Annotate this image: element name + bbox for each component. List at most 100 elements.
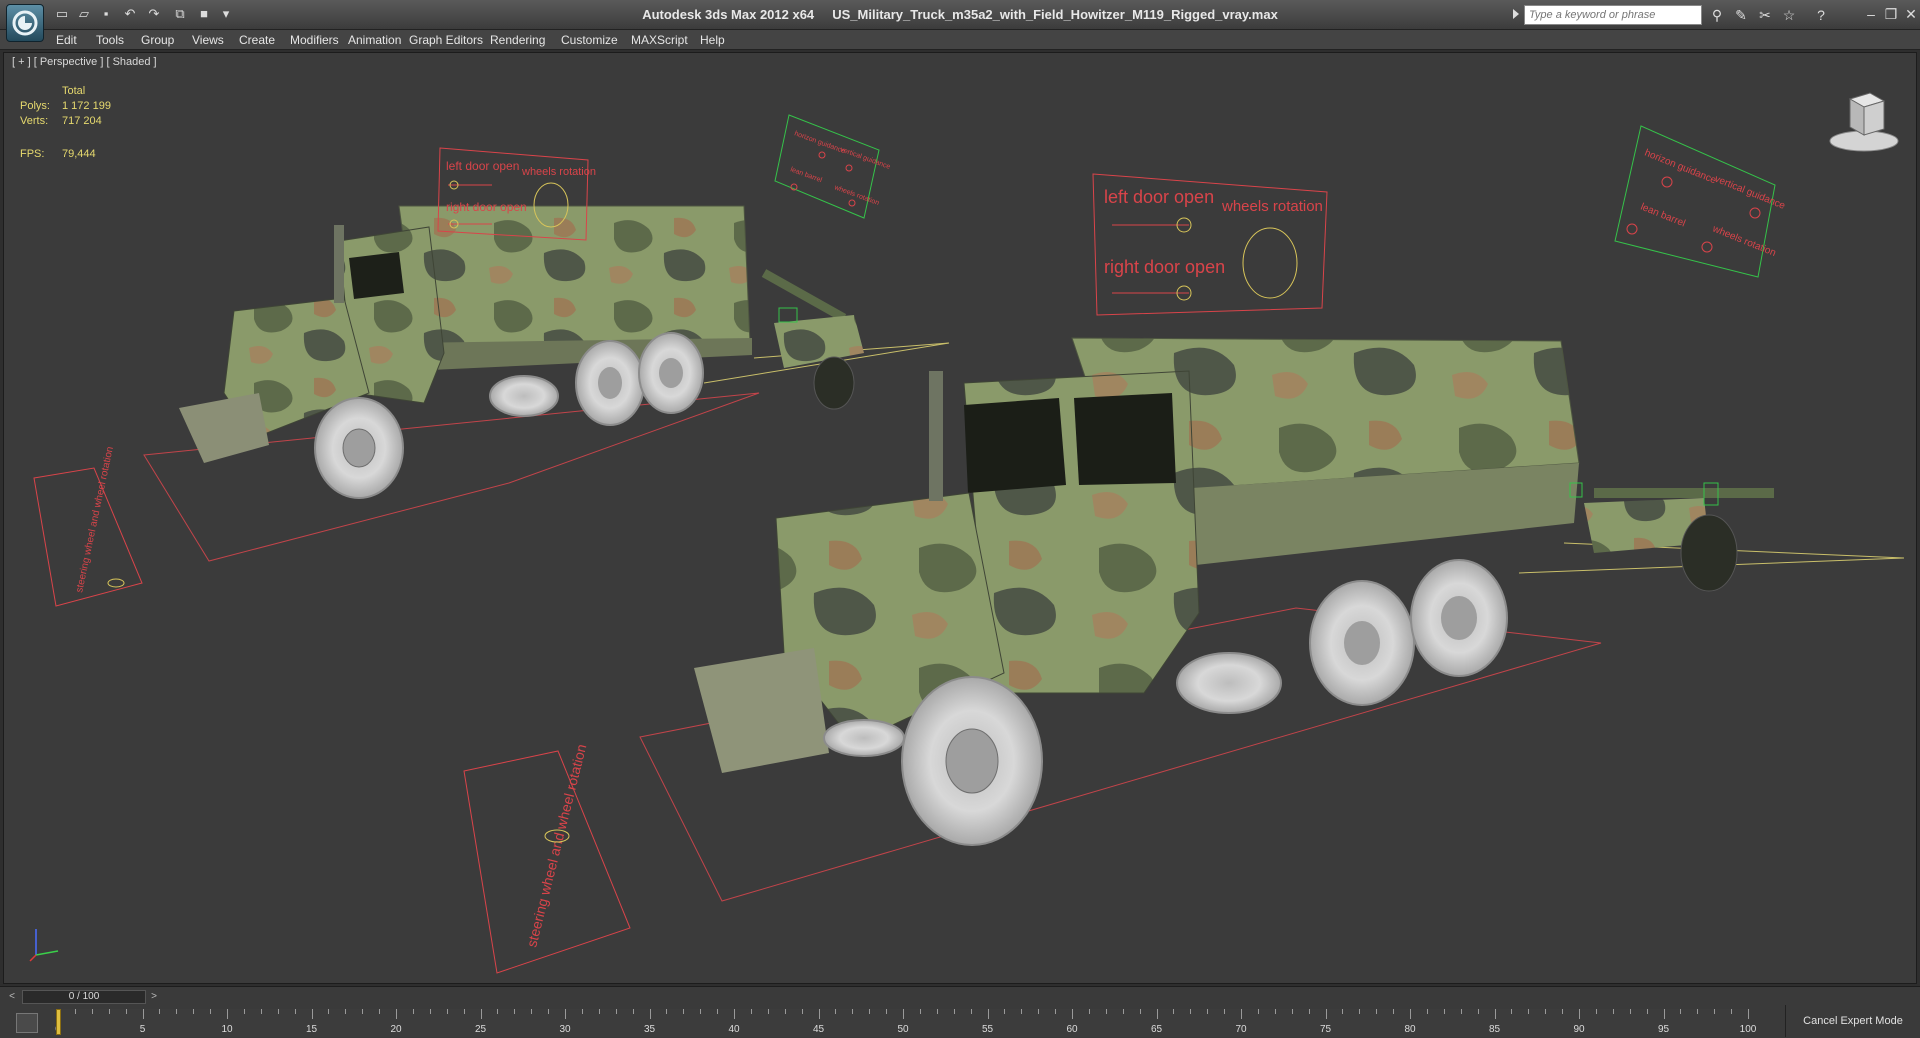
menu-modifiers[interactable]: Modifiers [290,33,339,47]
timeline-tick [446,1009,448,1014]
rig-label-wheels-rotation-small: wheels rotation [521,166,596,178]
timeline-tick [1342,1009,1344,1014]
favorites-star-icon[interactable]: ☆ [1780,6,1798,24]
rig-label-left-door-small: left door open [446,159,519,173]
menu-group[interactable]: Group [141,33,174,47]
timeline-tick [1224,1009,1226,1014]
search-input[interactable] [1524,5,1702,25]
timeline-tick-label: 95 [1657,1024,1670,1035]
rig-panel-howitzer-large[interactable]: horizon guidance vertical guidance lean … [1614,125,1787,278]
timeline-tick [1088,1009,1090,1014]
timeline-tick [649,1009,651,1019]
time-prev-arrow[interactable]: < [4,990,20,1004]
menu-customize[interactable]: Customize [561,33,618,47]
track-bar[interactable]: 0510152025303540455055606570758085909510… [50,1009,1756,1037]
rig-panel-steering-small[interactable]: steering wheel and wheel rotation [33,446,143,607]
timeline-tick [615,1009,617,1014]
scene-render[interactable]: left door open wheels rotation right doo… [4,53,1917,984]
timeline-tick [379,1009,381,1014]
timeline-tick [886,1009,888,1014]
truck-small-windshield [349,252,404,299]
timeline-tick [903,1009,904,1019]
cancel-expert-mode-button[interactable]: Cancel Expert Mode [1785,1005,1920,1037]
menu-tools[interactable]: Tools [96,33,124,47]
perspective-viewport[interactable]: [ + ] [ Perspective ] [ Shaded ] Total P… [3,52,1917,984]
rig-label-wheels-small: wheels rotation [832,184,880,207]
timeline-tick [734,1009,735,1019]
timeline-tick [159,1009,161,1014]
timeline-tick-label: 85 [1488,1024,1501,1035]
truck-large[interactable] [639,337,1905,902]
subscription-icon[interactable]: ✎ [1732,6,1750,24]
timeline-tick [1612,1009,1614,1014]
timeline-tick [581,1009,583,1014]
rig-label-vertical-guidance-small: vertical guidance [839,146,891,171]
timeline-tick [598,1009,600,1014]
app-window: ▭ ▱ ▪ ↶ ↷ ⧉ ■ ▾ Autodesk 3ds Max 2012 x6… [0,0,1920,1038]
time-slider[interactable]: 0 / 100 [22,990,146,1004]
timeline-tick [463,1009,465,1014]
close-icon[interactable]: ✕ [1900,4,1920,24]
menu-animation[interactable]: Animation [348,33,401,47]
timeline-tick [1291,1009,1293,1014]
dial-wheels-rotation-large[interactable] [1242,227,1298,299]
menu-create[interactable]: Create [239,33,275,47]
timeline-tick [1257,1009,1259,1014]
application-button[interactable] [6,4,44,42]
communication-icon[interactable]: ✂ [1756,6,1774,24]
time-next-arrow[interactable]: > [146,990,162,1004]
timeline-tick [835,1009,837,1014]
timeline-tick [565,1009,566,1019]
timeline-tick [1055,1009,1057,1014]
timeline-tick [1697,1009,1699,1014]
timeline-tick-label: 75 [1319,1024,1332,1035]
rig-label-lean-barrel-small: lean barrel [789,166,823,184]
binoculars-icon[interactable]: ⚲ [1708,6,1726,24]
rig-label-right-door-large: right door open [1104,257,1225,277]
axis-tripod-icon [29,929,59,962]
menu-views[interactable]: Views [192,33,224,47]
minimize-icon[interactable]: – [1860,4,1882,24]
timeline-tick [142,1009,144,1019]
timeline-tick [277,1009,279,1014]
viewport-label[interactable]: [ + ] [ Perspective ] [ Shaded ] [12,56,157,68]
timeline-tick [1325,1009,1327,1019]
restore-icon[interactable]: ❐ [1880,4,1902,24]
time-marker[interactable] [56,1009,61,1035]
timeline-tick [750,1009,752,1014]
truck-small[interactable] [143,205,950,562]
menu-help[interactable]: Help [700,33,725,47]
timeline-tick [1308,1009,1310,1014]
timeline-tick [1494,1009,1496,1019]
menu-graph-editors[interactable]: Graph Editors [409,33,483,47]
timeline-tick [311,1009,313,1019]
timeline-tick [108,1009,110,1014]
timeline-tick [1156,1009,1158,1019]
timeline-tick [362,1009,364,1014]
rig-panel-doors-large[interactable]: left door open wheels rotation right doo… [1092,173,1328,316]
menu-maxscript[interactable]: MAXScript [631,33,688,47]
timeline-tick-label: 30 [559,1024,571,1035]
slider-steering-small[interactable] [107,578,125,588]
menu-edit[interactable]: Edit [56,33,77,47]
viewcube-icon[interactable] [1826,85,1904,159]
mini-curve-editor-icon[interactable] [16,1013,38,1033]
timeline-tick-label: 10 [221,1024,233,1035]
timeline-tick [412,1009,414,1014]
menu-rendering[interactable]: Rendering [490,33,545,47]
timeline-tick [1460,1009,1462,1014]
timeline-tick [1579,1009,1580,1019]
timeline-tick [1663,1009,1665,1019]
timeline-tick-label: 25 [474,1024,487,1035]
stats-total-label: Total [62,85,86,97]
timeline-tick [480,1009,482,1019]
search-expand-icon[interactable] [1513,9,1519,19]
timeline-tick-label: 100 [1739,1024,1757,1035]
help-icon[interactable]: ? [1812,6,1830,24]
timeline-tick [1376,1009,1378,1014]
truck-small-canvas-cover [398,205,751,354]
rig-label-steering-small: steering wheel and wheel rotation [74,446,116,594]
rig-panel-steering-large[interactable]: steering wheel and wheel rotation [463,742,631,974]
rig-label-right-door-small: right door open [446,200,527,214]
rig-panel-howitzer-small[interactable]: horizon guidance vertical guidance lean … [774,114,891,219]
